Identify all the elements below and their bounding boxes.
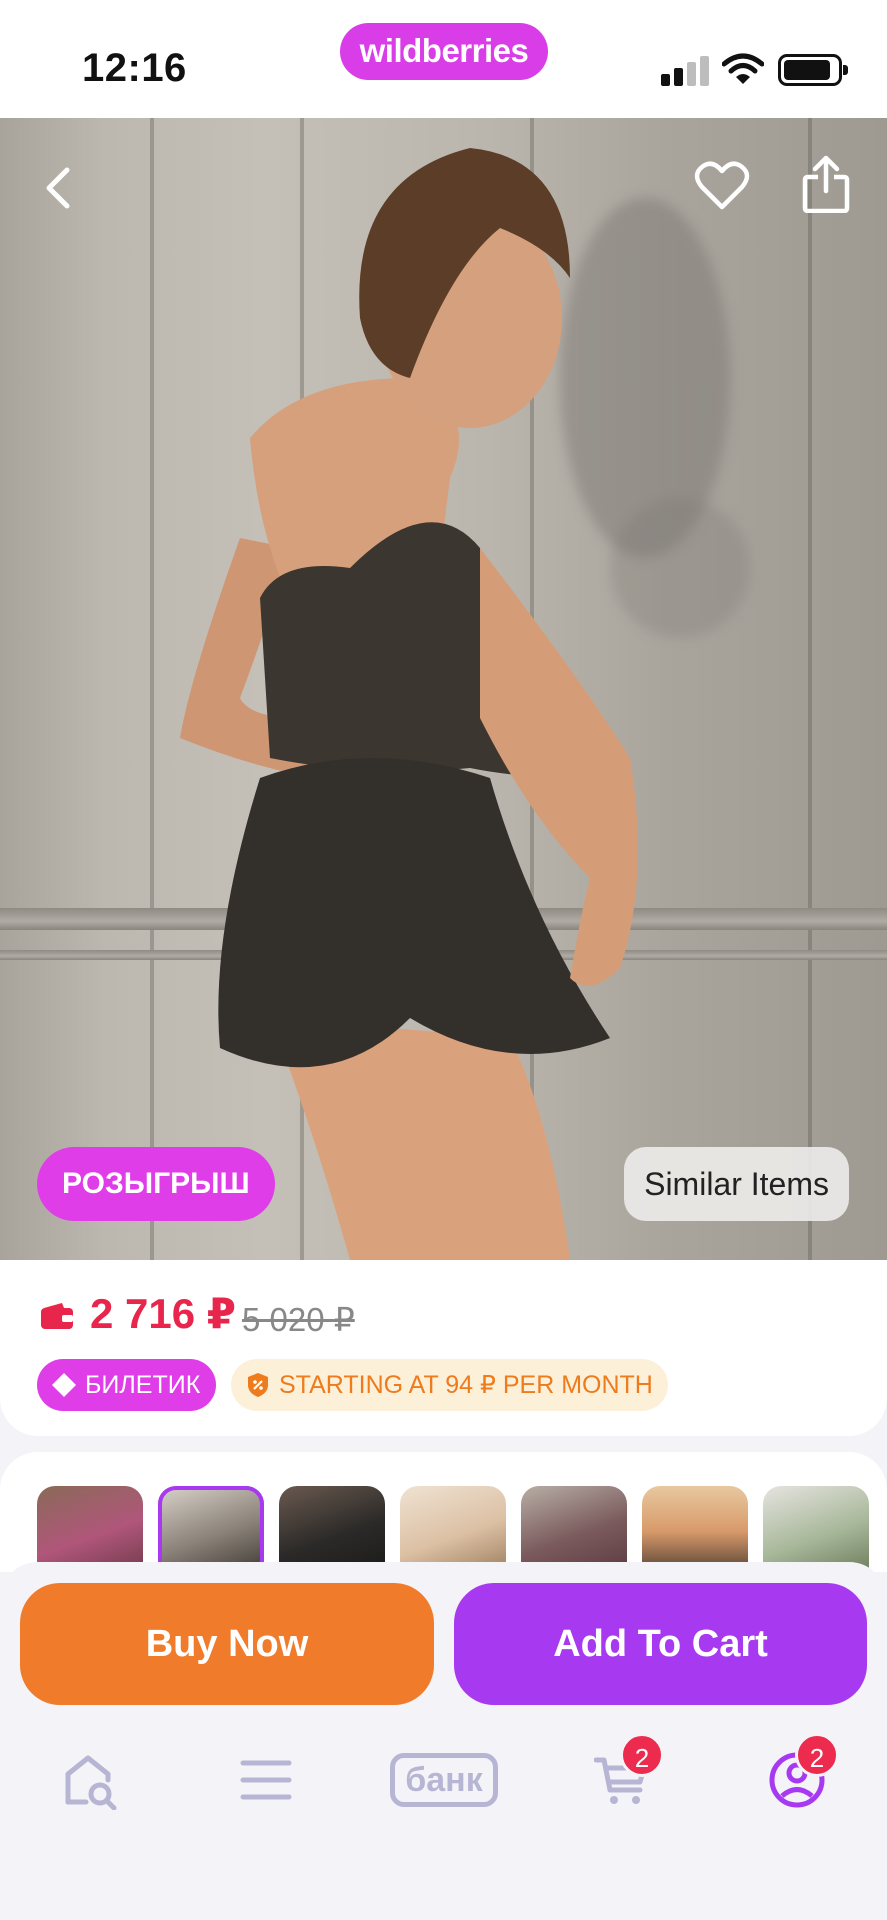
tab-bank[interactable]: банк <box>382 1735 506 1825</box>
installment-badge-label: STARTING AT 94 ₽ PER MONTH <box>279 1371 653 1399</box>
tab-profile[interactable]: 2 <box>757 1733 839 1825</box>
thumbnail[interactable] <box>279 1486 385 1572</box>
status-time: 12:16 <box>82 46 187 90</box>
giveaway-badge[interactable]: РОЗЫГРЫШ <box>37 1147 275 1221</box>
similar-items-button[interactable]: Similar Items <box>624 1147 849 1221</box>
ticket-badge-label: БИЛЕТИК <box>85 1371 201 1399</box>
home-search-icon <box>65 1755 117 1810</box>
thumbnail-strip <box>0 1452 887 1572</box>
heart-outline-icon <box>694 161 750 210</box>
current-price: 2 716 ₽ <box>90 1290 236 1337</box>
ticket-badge[interactable]: БИЛЕТИК <box>37 1359 217 1411</box>
price-card: 2 716 ₽ 5 020 ₽ БИЛЕТИК STARTING AT 94 ₽… <box>0 1260 887 1436</box>
tab-bar: банк 2 2 <box>0 1733 887 1825</box>
add-to-cart-button[interactable]: Add To Cart <box>454 1583 867 1705</box>
thumbnail[interactable] <box>642 1486 748 1572</box>
ticket-icon <box>52 1373 76 1397</box>
model-figure <box>180 148 638 1260</box>
tab-catalog[interactable] <box>226 1735 306 1825</box>
share-icon <box>802 155 850 213</box>
buy-now-button[interactable]: Buy Now <box>20 1583 434 1705</box>
old-price: 5 020 ₽ <box>242 1301 355 1338</box>
menu-icon <box>240 1760 292 1800</box>
chevron-left-icon <box>46 167 70 209</box>
tab-home[interactable] <box>50 1735 130 1825</box>
thumbnail[interactable] <box>400 1486 506 1572</box>
cart-badge: 2 <box>620 1733 664 1777</box>
thumbnail[interactable] <box>763 1486 869 1572</box>
share-button[interactable] <box>794 152 858 216</box>
installment-badge[interactable]: STARTING AT 94 ₽ PER MONTH <box>231 1359 668 1411</box>
battery-icon <box>778 54 848 86</box>
status-bar: 12:16 wildberries <box>0 0 887 118</box>
favorite-button[interactable] <box>690 154 754 218</box>
brand-logo: wildberries <box>340 23 548 80</box>
tab-cart[interactable]: 2 <box>582 1733 664 1825</box>
product-image[interactable] <box>0 118 887 1260</box>
bank-icon: банк <box>390 1753 498 1807</box>
wallet-icon <box>41 1303 73 1329</box>
signal-icon <box>661 56 709 86</box>
profile-badge: 2 <box>795 1733 839 1777</box>
wifi-icon <box>722 53 764 84</box>
product-page: 12:16 wildberries РОЗЫГРЫШ Similar Items… <box>0 0 887 1920</box>
back-button[interactable] <box>27 156 91 220</box>
thumbnail[interactable] <box>521 1486 627 1572</box>
shield-percent-icon <box>248 1373 268 1397</box>
thumbnail[interactable] <box>158 1486 264 1572</box>
thumbnail[interactable] <box>37 1486 143 1572</box>
